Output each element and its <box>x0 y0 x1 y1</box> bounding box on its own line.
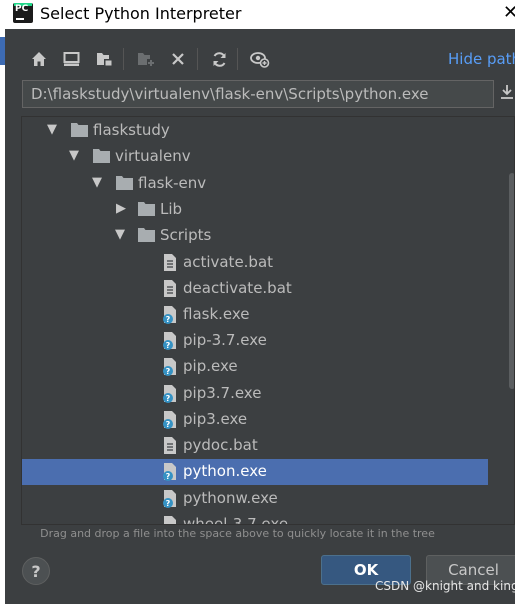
svg-text:?: ? <box>166 472 171 481</box>
file-tree[interactable]: ▼ flaskstudy ▼ virtualenv ▼ flask-env ▶ … <box>21 116 515 525</box>
window-title: Select Python Interpreter <box>40 4 242 23</box>
tree-item-label: activate.bat <box>183 253 274 271</box>
watermark: CSDN @knight and king <box>375 579 515 593</box>
expanded-arrow-icon[interactable]: ▼ <box>47 122 57 137</box>
tree-item-lib[interactable]: ▶ Lib <box>22 197 488 223</box>
download-icon[interactable] <box>500 84 514 104</box>
tree-item-python-exe[interactable]: ? python.exe <box>22 459 488 485</box>
unknown-file-icon: ? <box>163 332 176 350</box>
tree-item-label: deactivate.bat <box>183 279 292 297</box>
path-input[interactable] <box>23 81 493 107</box>
unknown-file-icon: ? <box>163 306 176 324</box>
home-icon[interactable] <box>26 44 52 74</box>
tree-item-pip-3-7-exe[interactable]: ? pip-3.7.exe <box>22 328 488 354</box>
tree-item-activate-bat[interactable]: activate.bat <box>22 250 488 276</box>
tree-item-pip3-7-exe[interactable]: ? pip3.7.exe <box>22 381 488 407</box>
expanded-arrow-icon[interactable]: ▼ <box>92 175 102 190</box>
tree-item-label: Lib <box>160 200 183 218</box>
svg-text:?: ? <box>166 394 171 403</box>
tree-item-flask-exe[interactable]: ? flask.exe <box>22 302 488 328</box>
text-file-icon <box>164 437 176 454</box>
tree-item-virtualenv[interactable]: ▼ virtualenv <box>22 144 488 170</box>
project-icon[interactable] <box>91 44 117 74</box>
tree-item-label: pip-3.7.exe <box>183 331 267 349</box>
tree-item-label: flaskstudy <box>93 121 170 139</box>
path-field[interactable] <box>22 80 494 108</box>
unknown-file-icon: ? <box>163 490 176 508</box>
folder-icon <box>71 123 88 137</box>
tree-item-wheel-3-7-exe[interactable]: ? wheel-3.7.exe <box>22 512 488 525</box>
close-icon[interactable]: ✕ <box>503 2 515 23</box>
background-window-edge <box>0 29 5 604</box>
tree-item-scripts[interactable]: ▼ Scripts <box>22 223 488 249</box>
folder-icon <box>138 202 155 216</box>
delete-icon[interactable] <box>165 44 191 74</box>
tree-item-label: pip3.7.exe <box>183 384 262 402</box>
desktop-icon[interactable] <box>58 44 84 74</box>
pycharm-logo-icon: PC <box>13 3 33 23</box>
tree-item-pythonw-exe[interactable]: ? pythonw.exe <box>22 486 488 512</box>
svg-text:?: ? <box>166 341 171 350</box>
unknown-file-icon: ? <box>163 385 176 403</box>
svg-text:?: ? <box>166 420 171 429</box>
svg-text:?: ? <box>166 499 171 508</box>
tree-item-deactivate-bat[interactable]: deactivate.bat <box>22 276 488 302</box>
new-folder-icon[interactable] <box>133 44 159 74</box>
tree-item-label: virtualenv <box>115 147 191 165</box>
refresh-icon[interactable] <box>206 44 232 74</box>
show-hidden-icon[interactable] <box>247 44 273 74</box>
tree-item-label: pip3.exe <box>183 410 248 428</box>
tree-item-label: pip.exe <box>183 357 238 375</box>
folder-icon <box>116 176 133 190</box>
expanded-arrow-icon[interactable]: ▼ <box>69 148 79 163</box>
tree-item-label: python.exe <box>183 462 267 480</box>
unknown-file-icon: ? <box>163 358 176 376</box>
tree-item-pydoc-bat[interactable]: pydoc.bat <box>22 433 488 459</box>
tree-scrollbar[interactable] <box>509 173 514 389</box>
tree-item-label: pythonw.exe <box>183 489 278 507</box>
collapsed-arrow-icon[interactable]: ▶ <box>116 201 126 216</box>
folder-icon <box>93 149 110 163</box>
tree-item-pip-exe[interactable]: ? pip.exe <box>22 354 488 380</box>
text-file-icon <box>164 280 176 297</box>
text-file-icon <box>164 254 176 271</box>
svg-text:?: ? <box>166 367 171 376</box>
unknown-file-icon: ? <box>164 516 176 524</box>
tree-item-flask-env[interactable]: ▼ flask-env <box>22 171 488 197</box>
expanded-arrow-icon[interactable]: ▼ <box>115 227 125 242</box>
unknown-file-icon: ? <box>163 463 176 481</box>
hide-path-link[interactable]: Hide path <box>448 50 515 68</box>
svg-text:?: ? <box>166 315 171 324</box>
drag-drop-hint: Drag and drop a file into the space abov… <box>40 527 435 540</box>
tree-item-label: flask.exe <box>183 305 250 323</box>
file-chooser-toolbar: Hide path <box>20 44 515 74</box>
tree-item-label: wheel-3.7.exe <box>183 515 289 525</box>
tree-item-flaskstudy[interactable]: ▼ flaskstudy <box>22 118 488 144</box>
title-bar: PC Select Python Interpreter ✕ <box>0 0 515 29</box>
help-button[interactable]: ? <box>22 557 50 585</box>
tree-item-label: Scripts <box>160 226 212 244</box>
unknown-file-icon: ? <box>163 411 176 429</box>
tree-item-label: pydoc.bat <box>183 436 258 454</box>
tree-item-pip3-exe[interactable]: ? pip3.exe <box>22 407 488 433</box>
tree-item-label: flask-env <box>138 174 207 192</box>
folder-icon <box>138 228 155 242</box>
